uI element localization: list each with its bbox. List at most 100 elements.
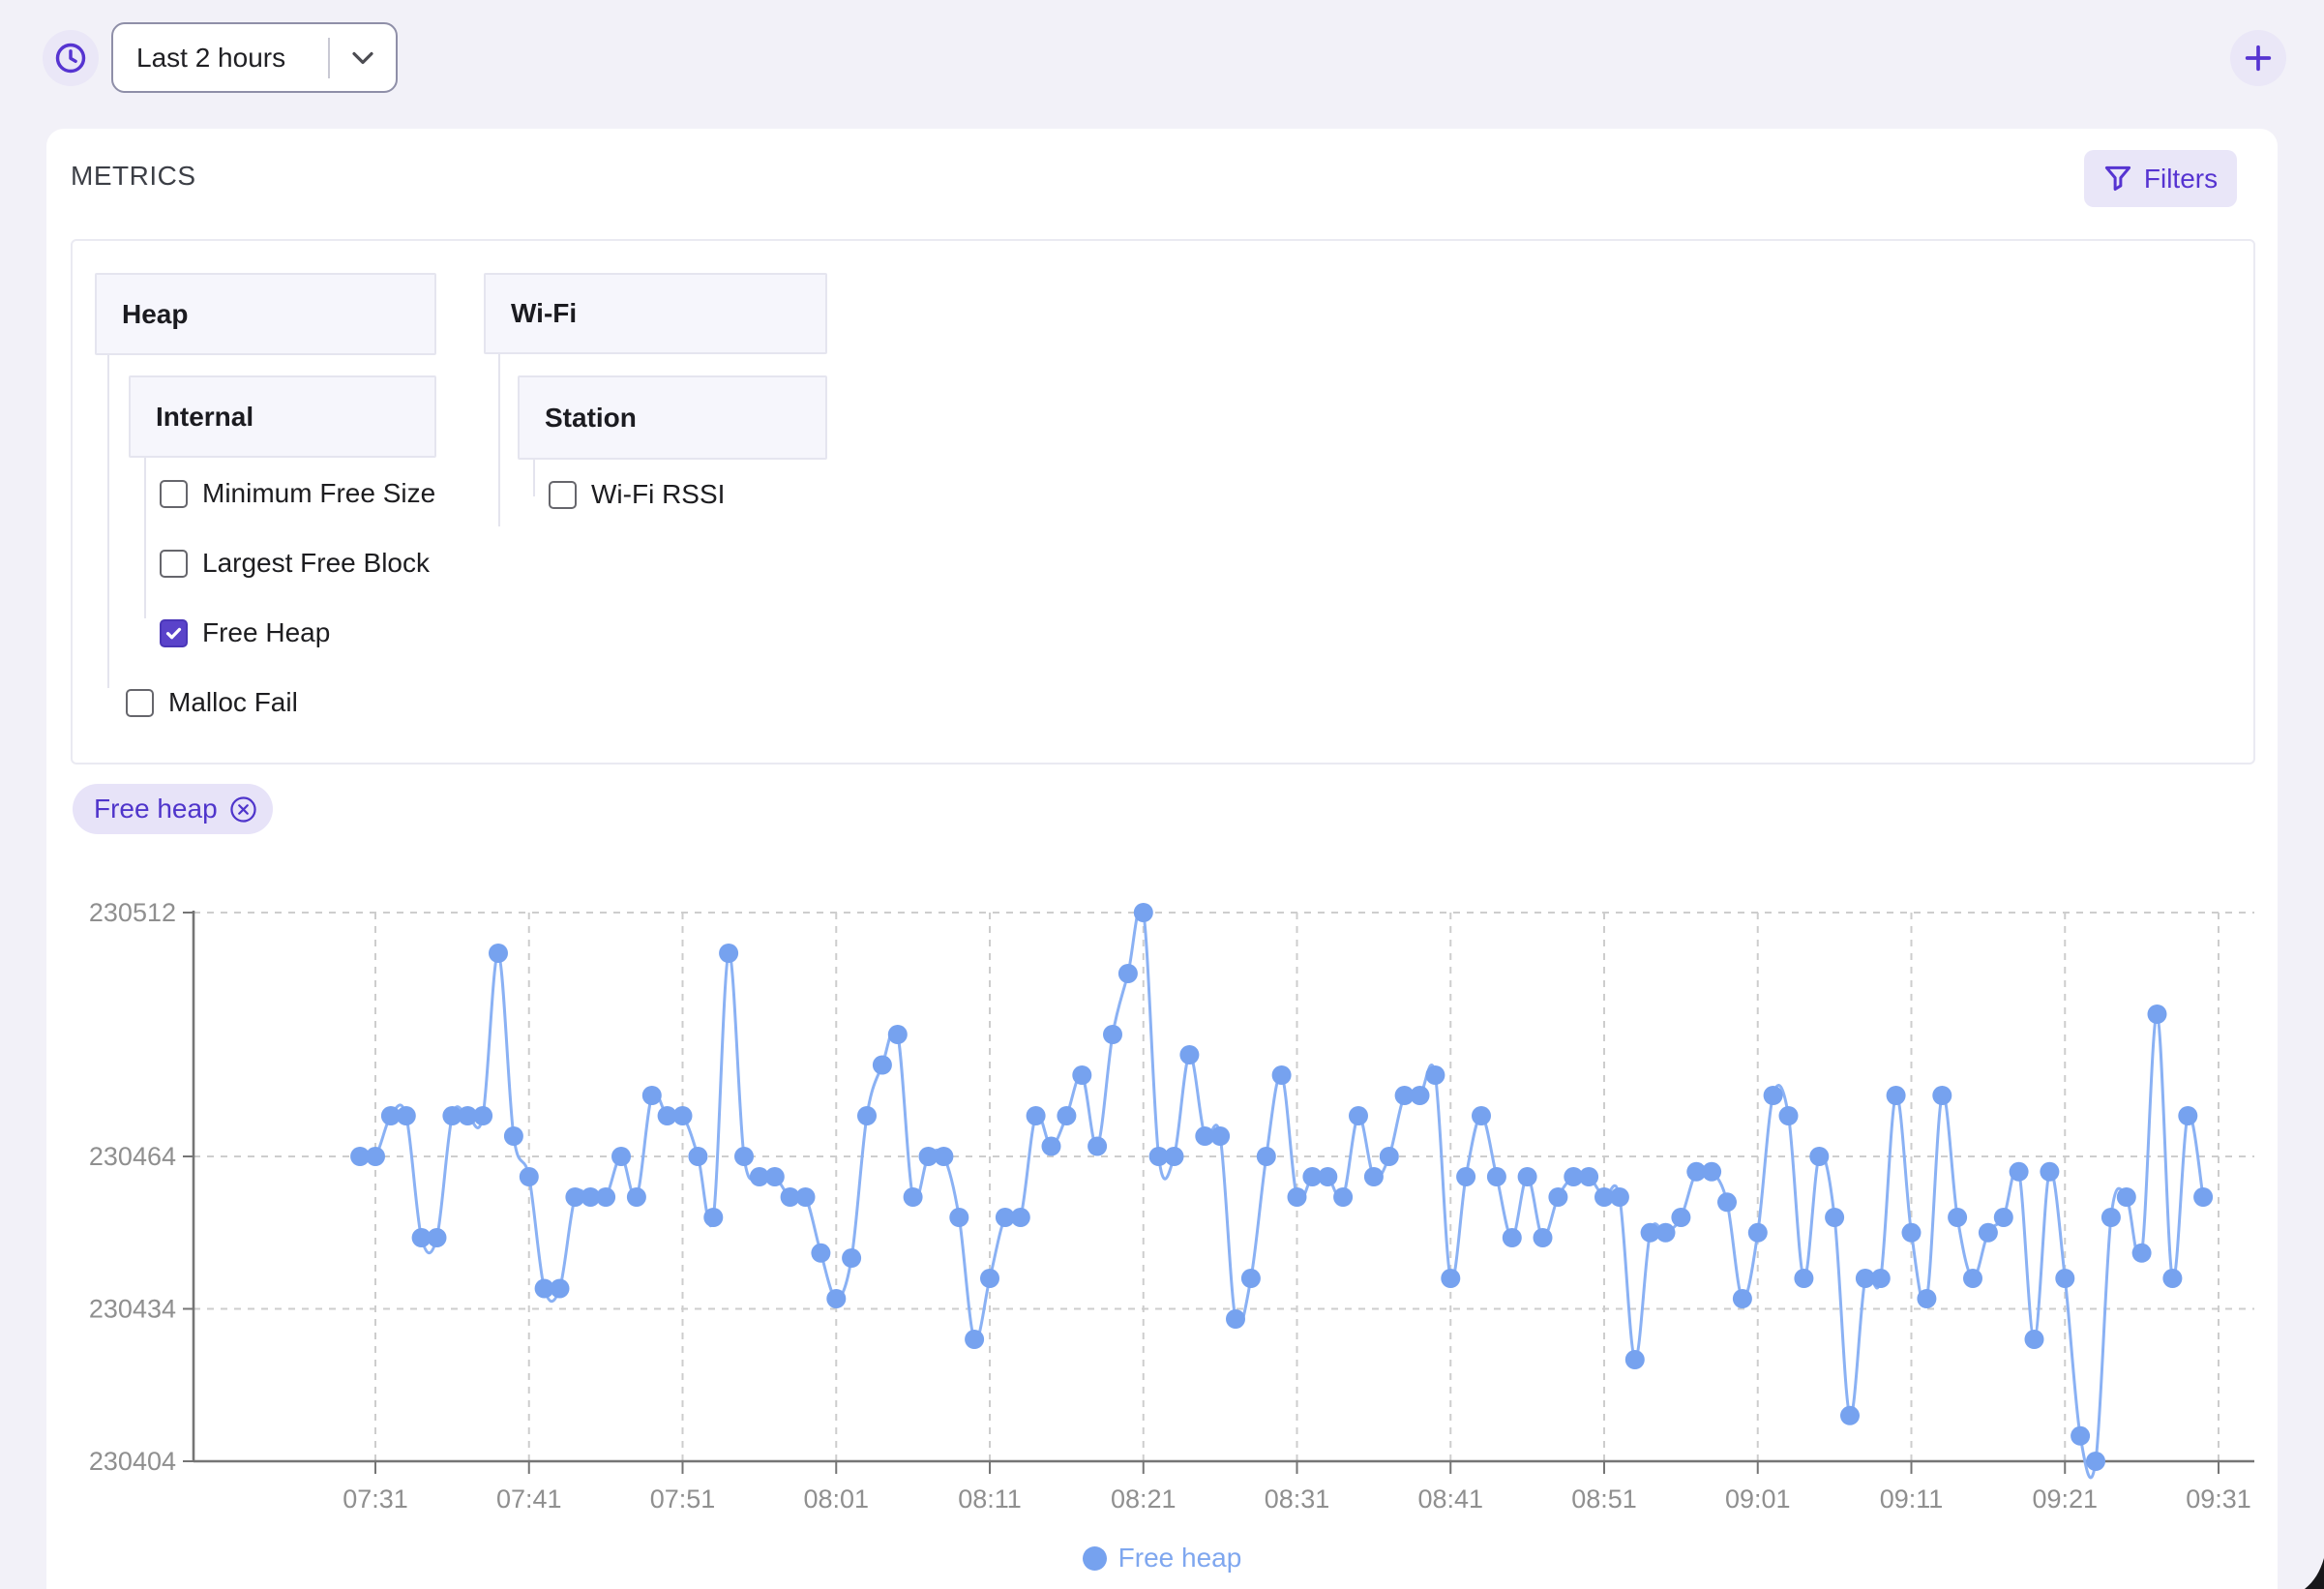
data-point[interactable] [2101, 1208, 2121, 1227]
data-point[interactable] [887, 1025, 908, 1044]
data-point[interactable] [1103, 1025, 1122, 1044]
data-point[interactable] [903, 1187, 923, 1207]
data-point[interactable] [1333, 1187, 1354, 1207]
checkbox-malloc-fail[interactable]: Malloc Fail [126, 687, 298, 718]
data-point[interactable] [1655, 1222, 1676, 1243]
data-point[interactable] [611, 1147, 631, 1166]
data-point[interactable] [1794, 1269, 1814, 1288]
data-point[interactable] [2071, 1425, 2091, 1446]
data-point[interactable] [811, 1243, 831, 1263]
data-point[interactable] [934, 1147, 954, 1166]
time-settings-button[interactable] [43, 30, 99, 86]
data-point[interactable] [503, 1126, 523, 1146]
data-point[interactable] [1010, 1208, 1030, 1227]
data-point[interactable] [1349, 1106, 1368, 1125]
tree-node-station[interactable]: Station [518, 375, 827, 460]
circled-x-icon[interactable] [229, 795, 257, 824]
data-point[interactable] [826, 1289, 847, 1308]
data-point[interactable] [1240, 1269, 1261, 1288]
data-point[interactable] [1809, 1147, 1830, 1166]
data-point[interactable] [1486, 1167, 1506, 1186]
data-point[interactable] [519, 1167, 539, 1186]
data-point[interactable] [1870, 1269, 1891, 1288]
data-point[interactable] [1363, 1167, 1384, 1186]
data-point[interactable] [1533, 1228, 1553, 1247]
data-point[interactable] [980, 1269, 999, 1288]
data-point[interactable] [1318, 1167, 1338, 1186]
filters-button[interactable]: Filters [2084, 150, 2237, 207]
data-point[interactable] [473, 1106, 493, 1125]
time-range-dropdown[interactable]: Last 2 hours [111, 22, 398, 93]
data-point[interactable] [872, 1055, 892, 1075]
data-point[interactable] [1963, 1269, 1982, 1288]
data-point[interactable] [1041, 1136, 1061, 1156]
data-point[interactable] [719, 944, 739, 963]
data-point[interactable] [1164, 1147, 1184, 1166]
data-point[interactable] [2147, 1004, 2167, 1024]
data-point[interactable] [1502, 1228, 1522, 1247]
data-point[interactable] [1978, 1222, 1998, 1243]
data-point[interactable] [1441, 1269, 1461, 1288]
data-point[interactable] [764, 1167, 785, 1186]
data-point[interactable] [396, 1106, 416, 1125]
data-point[interactable] [1472, 1106, 1491, 1125]
data-point[interactable] [2055, 1269, 2075, 1288]
data-point[interactable] [1287, 1187, 1307, 1207]
data-point[interactable] [1732, 1289, 1752, 1308]
data-point[interactable] [1548, 1187, 1568, 1207]
tree-node-heap[interactable]: Heap [95, 273, 436, 355]
data-point[interactable] [1179, 1045, 1200, 1064]
data-point[interactable] [1579, 1167, 1599, 1186]
data-point[interactable] [1609, 1187, 1629, 1207]
data-point[interactable] [1133, 903, 1153, 922]
add-panel-button[interactable] [2230, 30, 2286, 86]
data-point[interactable] [1517, 1167, 1537, 1186]
data-point[interactable] [1271, 1065, 1292, 1085]
data-point[interactable] [1932, 1086, 1952, 1105]
data-point[interactable] [2040, 1161, 2060, 1182]
data-point[interactable] [489, 944, 508, 963]
data-point[interactable] [641, 1086, 662, 1105]
data-point[interactable] [427, 1228, 447, 1247]
selected-metric-chip[interactable]: Free heap [73, 784, 273, 834]
data-point[interactable] [1778, 1106, 1799, 1125]
checkbox-wifi-rssi[interactable]: Wi-Fi RSSI [549, 479, 725, 510]
data-point[interactable] [857, 1106, 877, 1125]
data-point[interactable] [2178, 1106, 2198, 1125]
data-point[interactable] [1948, 1208, 1968, 1227]
data-point[interactable] [1886, 1086, 1906, 1105]
checkbox-minimum-free-size[interactable]: Minimum Free Size [160, 478, 435, 509]
data-point[interactable] [703, 1208, 724, 1227]
data-point[interactable] [949, 1208, 969, 1227]
data-point[interactable] [1057, 1106, 1077, 1125]
data-point[interactable] [550, 1278, 570, 1299]
data-point[interactable] [734, 1147, 754, 1166]
data-point[interactable] [2162, 1269, 2183, 1288]
data-point[interactable] [2116, 1187, 2136, 1207]
data-point[interactable] [2131, 1243, 2152, 1263]
data-point[interactable] [1717, 1192, 1737, 1213]
data-point[interactable] [1410, 1086, 1430, 1105]
data-point[interactable] [2193, 1187, 2214, 1207]
data-point[interactable] [1840, 1405, 1860, 1425]
checkbox-free-heap[interactable]: Free Heap [160, 617, 330, 648]
data-point[interactable] [842, 1248, 862, 1268]
data-point[interactable] [1088, 1136, 1108, 1156]
data-point[interactable] [2086, 1452, 2105, 1471]
data-point[interactable] [1117, 964, 1138, 983]
data-point[interactable] [1379, 1147, 1399, 1166]
data-point[interactable] [1901, 1222, 1922, 1243]
data-point[interactable] [1702, 1161, 1722, 1182]
data-point[interactable] [1072, 1065, 1092, 1085]
data-point[interactable] [596, 1187, 616, 1207]
tree-node-wifi[interactable]: Wi-Fi [484, 273, 827, 354]
data-point[interactable] [688, 1147, 708, 1166]
data-point[interactable] [1456, 1167, 1476, 1186]
data-point[interactable] [2024, 1330, 2044, 1349]
data-point[interactable] [1671, 1208, 1691, 1227]
data-point[interactable] [1226, 1309, 1245, 1329]
data-point[interactable] [795, 1187, 816, 1207]
data-point[interactable] [1917, 1289, 1937, 1308]
data-point[interactable] [366, 1147, 385, 1166]
checkbox-largest-free-block[interactable]: Largest Free Block [160, 548, 430, 579]
